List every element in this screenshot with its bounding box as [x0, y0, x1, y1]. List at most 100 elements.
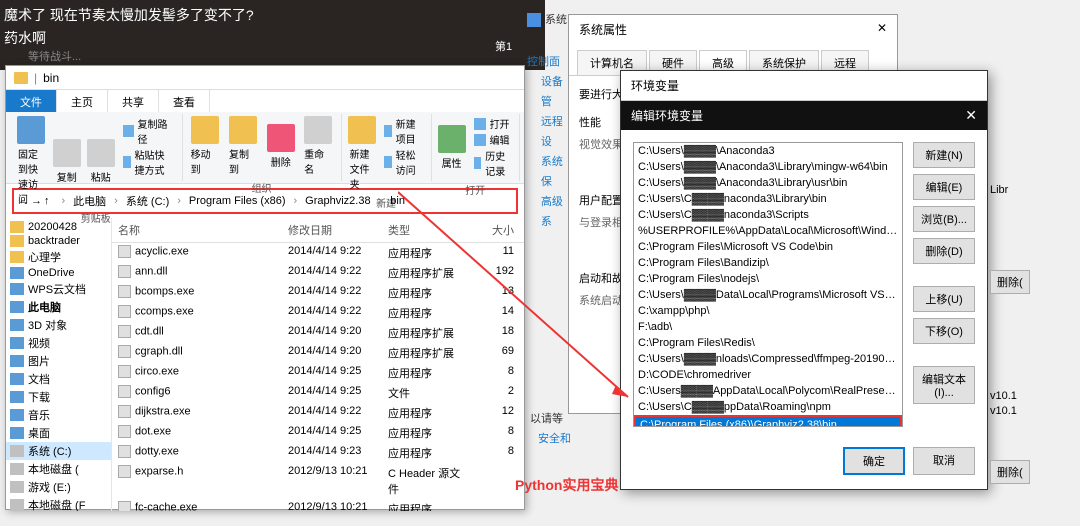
close-icon[interactable]: ✕	[877, 21, 887, 38]
tab-view[interactable]: 查看	[159, 90, 210, 112]
movedown-button[interactable]: 下移(O)	[913, 318, 975, 344]
path-item[interactable]: C:\Users\▓▓▓▓Data\Local\Programs\Microso…	[634, 287, 902, 303]
moveto-button[interactable]: 移动到	[187, 114, 223, 178]
nav-item[interactable]: OneDrive	[6, 266, 111, 280]
nav-item[interactable]: 本地磁盘 (F	[6, 496, 111, 511]
file-row[interactable]: dot.exe2014/4/14 9:25应用程序8	[112, 423, 524, 443]
col-name[interactable]: 名称	[112, 218, 282, 242]
path-item[interactable]: C:\Program Files (x86)\Graphviz2.38\bin	[634, 415, 902, 427]
nav-item[interactable]: 视频	[6, 334, 111, 352]
edittext-button[interactable]: 编辑文本(I)...	[913, 366, 975, 404]
file-row[interactable]: bcomps.exe2014/4/14 9:22应用程序13	[112, 283, 524, 303]
path-item[interactable]: C:\Users▓▓▓▓AppData\Local\Polycom\RealPr…	[634, 383, 902, 399]
file-row[interactable]: dijkstra.exe2014/4/14 9:22应用程序12	[112, 403, 524, 423]
file-row[interactable]: cdt.dll2014/4/14 9:20应用程序扩展18	[112, 323, 524, 343]
nav-item[interactable]: 心理学	[6, 248, 111, 266]
nav-item[interactable]: 文档	[6, 370, 111, 388]
edit-button[interactable]: 编辑	[474, 132, 511, 147]
cancel-button[interactable]: 取消	[913, 447, 975, 475]
delete-right-button-2[interactable]: 删除(	[990, 460, 1030, 484]
path-item[interactable]: C:\xampp\php\	[634, 303, 902, 319]
file-row[interactable]: dotty.exe2014/4/14 9:23应用程序8	[112, 443, 524, 463]
file-row[interactable]: config62014/4/14 9:25文件2	[112, 383, 524, 403]
copypath-button[interactable]: 复制路径	[123, 116, 174, 146]
link-protect[interactable]: 系统保	[541, 152, 567, 192]
moveup-button[interactable]: 上移(U)	[913, 286, 975, 312]
pasteshortcut-button[interactable]: 粘贴快捷方式	[123, 147, 174, 177]
delete-button[interactable]: 删除	[264, 114, 299, 178]
bc-pf[interactable]: Program Files (x86)	[185, 193, 290, 209]
delete-right-button[interactable]: 删除(	[990, 270, 1030, 294]
nav-item[interactable]: 桌面	[6, 424, 111, 442]
pin-button[interactable]: 固定到快 速访问	[14, 114, 49, 208]
path-item[interactable]: C:\Users\C▓▓▓▓ppData\Roaming\npm	[634, 399, 902, 415]
nav-item[interactable]: backtrader	[6, 234, 111, 248]
nav-item[interactable]: 游戏 (E:)	[6, 478, 111, 496]
path-item[interactable]: C:\Users\C▓▓▓▓naconda3\Library\bin	[634, 191, 902, 207]
link-remote[interactable]: 远程设	[541, 112, 567, 152]
nav-item[interactable]: 下载	[6, 388, 111, 406]
link-advanced[interactable]: 高级系	[541, 192, 567, 232]
file-row[interactable]: acyclic.exe2014/4/14 9:22应用程序11	[112, 243, 524, 263]
path-item[interactable]: C:\Program Files\Bandizip\	[634, 255, 902, 271]
nav-item[interactable]: 20200428	[6, 220, 111, 234]
copyto-button[interactable]: 复制到	[225, 114, 261, 178]
file-row[interactable]: circo.exe2014/4/14 9:25应用程序8	[112, 363, 524, 383]
tab-home[interactable]: 主页	[57, 90, 108, 112]
tab-share[interactable]: 共享	[108, 90, 159, 112]
file-row[interactable]: ann.dll2014/4/14 9:22应用程序扩展192	[112, 263, 524, 283]
close-icon[interactable]: ✕	[965, 107, 977, 124]
back-icon[interactable]: ←	[18, 195, 29, 207]
browse-button[interactable]: 浏览(B)...	[913, 206, 975, 232]
bc-drive[interactable]: 系统 (C:)	[122, 191, 173, 211]
path-item[interactable]: C:\Users\C▓▓▓▓naconda3\Scripts	[634, 207, 902, 223]
path-item[interactable]: C:\Users\▓▓▓▓\Anaconda3	[634, 143, 902, 159]
bc-graphviz[interactable]: Graphviz2.38	[301, 193, 374, 209]
bc-thispc[interactable]: 此电脑	[69, 191, 110, 211]
newitem-button[interactable]: 新建项目	[384, 116, 423, 146]
file-row[interactable]: exparse.h2012/9/13 10:21C Header 源文件	[112, 463, 524, 499]
nav-item[interactable]: 系统 (C:)	[6, 442, 111, 460]
safe-label[interactable]: 安全和	[538, 430, 571, 446]
newfolder-button[interactable]: 新建 文件夹	[346, 114, 378, 193]
open-button[interactable]: 打开	[474, 116, 511, 131]
path-item[interactable]: C:\Program Files\nodejs\	[634, 271, 902, 287]
history-button[interactable]: 历史记录	[474, 148, 511, 178]
tab-file[interactable]: 文件	[6, 90, 57, 112]
bc-bin[interactable]: bin	[386, 193, 409, 209]
easyaccess-button[interactable]: 轻松访问	[384, 147, 423, 177]
explorer-titlebar[interactable]: | bin	[6, 66, 524, 90]
path-item[interactable]: C:\Program Files\Redis\	[634, 335, 902, 351]
ok-button[interactable]: 确定	[843, 447, 905, 475]
up-icon[interactable]: ↑	[44, 195, 50, 207]
nav-item[interactable]: 此电脑	[6, 298, 111, 316]
file-row[interactable]: cgraph.dll2014/4/14 9:20应用程序扩展69	[112, 343, 524, 363]
forward-icon[interactable]: →	[31, 195, 42, 207]
file-row[interactable]: ccomps.exe2014/4/14 9:22应用程序14	[112, 303, 524, 323]
rename-button[interactable]: 重命名	[300, 114, 336, 178]
path-item[interactable]: %USERPROFILE%\AppData\Local\Microsoft\Wi…	[634, 223, 902, 239]
nav-item[interactable]: 图片	[6, 352, 111, 370]
path-item[interactable]: C:\Users\▓▓▓▓\Anaconda3\Library\usr\bin	[634, 175, 902, 191]
edit-button[interactable]: 编辑(E)	[913, 174, 975, 200]
path-item[interactable]: C:\Program Files\Microsoft VS Code\bin	[634, 239, 902, 255]
path-item[interactable]: F:\adb\	[634, 319, 902, 335]
path-item[interactable]: D:\CODE\chromedriver	[634, 367, 902, 383]
ribbon-tabs: 文件 主页 共享 查看	[6, 90, 524, 112]
link-control[interactable]: 控制面	[527, 52, 567, 72]
col-type[interactable]: 类型	[382, 218, 470, 242]
delete-button[interactable]: 删除(D)	[913, 238, 975, 264]
nav-item[interactable]: 3D 对象	[6, 316, 111, 334]
nav-item[interactable]: 本地磁盘 (	[6, 460, 111, 478]
file-row[interactable]: fc-cache.exe2012/9/13 10:21应用程序	[112, 499, 524, 511]
link-device[interactable]: 设备管	[541, 72, 567, 112]
path-item[interactable]: C:\Users\▓▓▓▓\Anaconda3\Library\mingw-w6…	[634, 159, 902, 175]
col-date[interactable]: 修改日期	[282, 218, 382, 242]
path-item[interactable]: C:\Users\▓▓▓▓nloads\Compressed\ffmpeg-20…	[634, 351, 902, 367]
col-size[interactable]: 大小	[470, 218, 520, 242]
new-button[interactable]: 新建(N)	[913, 142, 975, 168]
nav-item[interactable]: 音乐	[6, 406, 111, 424]
properties-button[interactable]: 属性	[436, 114, 468, 180]
nav-item[interactable]: WPS云文档	[6, 280, 111, 298]
path-list[interactable]: C:\Users\▓▓▓▓\Anaconda3C:\Users\▓▓▓▓\Ana…	[633, 142, 903, 427]
